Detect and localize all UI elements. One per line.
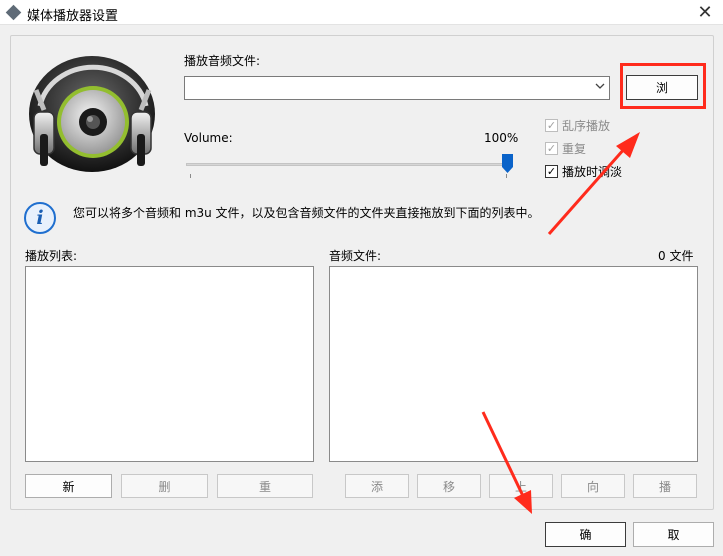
repeat-checkbox[interactable]: ✓ 重复 — [545, 140, 586, 157]
cancel-button[interactable]: 取 — [633, 522, 714, 547]
fade-label: 播放时调淡 — [562, 165, 623, 179]
audio-files-label: 音频文件: — [329, 249, 382, 263]
volume-slider-thumb[interactable] — [502, 154, 513, 173]
volume-slider-ticks — [186, 174, 510, 178]
rename-playlist-button[interactable]: 重 — [217, 474, 313, 498]
repeat-label: 重复 — [562, 142, 587, 156]
play-file-button[interactable]: 播 — [633, 474, 697, 498]
fade-checkbox-box[interactable]: ✓ — [545, 165, 558, 178]
title-bar: 媒体播放器设置 ✕ — [0, 0, 723, 25]
move-up-button[interactable]: 上 — [489, 474, 553, 498]
audio-file-label: 播放音频文件: — [184, 54, 261, 68]
annotation-highlight-box — [620, 63, 706, 109]
volume-percent: 100% — [484, 131, 519, 145]
close-button[interactable]: ✕ — [687, 0, 723, 25]
shuffle-checkbox[interactable]: ✓ 乱序播放 — [545, 117, 610, 134]
audio-file-combo[interactable] — [184, 76, 610, 100]
fade-checkbox[interactable]: ✓ 播放时调淡 — [545, 163, 622, 180]
delete-playlist-button[interactable]: 删 — [121, 474, 208, 498]
remove-file-button[interactable]: 移 — [417, 474, 481, 498]
playlist-listbox[interactable] — [25, 266, 314, 462]
volume-slider-track[interactable] — [186, 163, 510, 166]
playlist-label: 播放列表: — [25, 249, 78, 263]
audio-files-count: 0 文件 — [658, 249, 694, 263]
ok-button[interactable]: 确 — [545, 522, 626, 547]
new-playlist-button[interactable]: 新 — [25, 474, 112, 498]
audio-files-listbox[interactable] — [329, 266, 698, 462]
add-file-button[interactable]: 添 — [345, 474, 409, 498]
move-down-button[interactable]: 向 — [561, 474, 625, 498]
diamond-app-icon — [5, 4, 22, 21]
chevron-down-icon[interactable] — [595, 81, 605, 94]
window-title: 媒体播放器设置 — [27, 9, 119, 24]
repeat-checkbox-box[interactable]: ✓ — [545, 142, 558, 155]
shuffle-label: 乱序播放 — [562, 119, 611, 133]
info-icon: i — [24, 202, 56, 234]
speaker-headphones-icon — [29, 56, 155, 172]
volume-label: Volume: — [184, 131, 233, 145]
info-text: 您可以将多个音频和 m3u 文件，以及包含音频文件的文件夹直接拖放到下面的列表中… — [73, 206, 540, 220]
shuffle-checkbox-box[interactable]: ✓ — [545, 119, 558, 132]
